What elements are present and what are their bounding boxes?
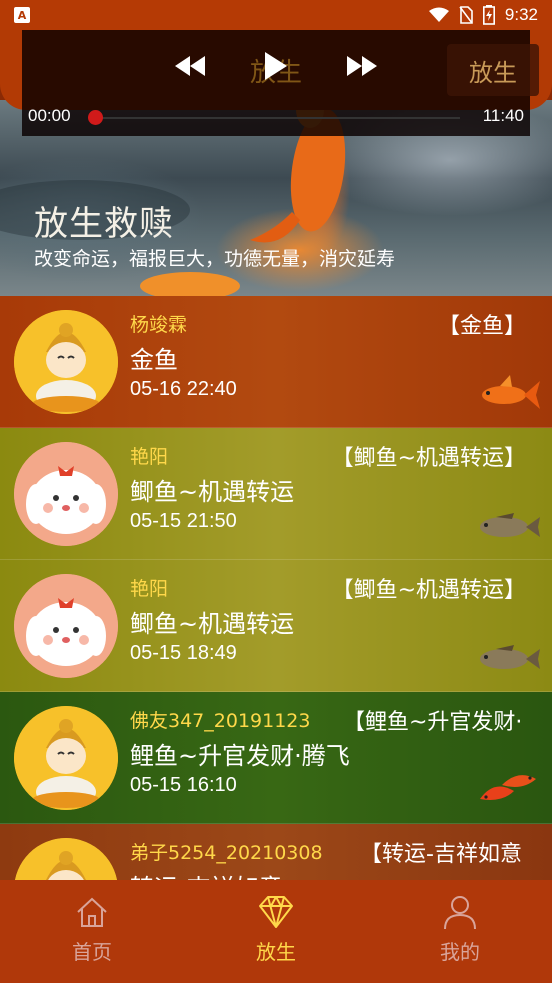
nav-release[interactable]: 放生 [184,880,368,983]
nav-home[interactable]: 首页 [0,880,184,983]
progress-bar[interactable] [94,117,460,119]
carp-fish-icon [480,775,536,800]
bottom-navigation: 首页 放生 我的 [0,880,552,983]
total-time: 11:40 [482,106,524,125]
user-name: 艳阳 [130,446,169,468]
fish-name: 鲫鱼~机遇转运 [130,610,295,638]
user-name: 弟子5254_20210308 [130,842,323,864]
no-sim-icon [459,6,473,24]
list-item[interactable]: 杨竣霖 【金鱼】 金鱼 05-16 22:40 [0,296,552,428]
fast-forward-icon [347,56,377,76]
current-time: 00:00 [28,106,71,125]
avatar [14,838,118,880]
app-notification-icon: A [14,7,30,23]
fish-name: 鲤鱼~升官发财·腾飞 [130,742,350,770]
user-name: 艳阳 [130,578,169,600]
user-name: 杨竣霖 [130,314,188,336]
nav-home-label: 首页 [72,940,112,964]
crucian-fish-icon [480,513,540,537]
user-name: 佛友347_20191123 [130,710,311,732]
list-item[interactable]: 佛友347_20191123 【鲤鱼~升官发财· 鲤鱼~升官发财·腾飞 05-1… [0,692,552,824]
battery-icon [482,5,495,25]
list-item[interactable]: 弟子5254_20210308 【转运-吉祥如意 转运-吉祥如意 [0,824,552,880]
status-time: 9:32 [504,5,538,24]
list-item[interactable]: 艳阳 【鲫鱼~机遇转运】 鲫鱼~机遇转运 05-15 18:49 [0,560,552,692]
banner-title: 放生救赎 [34,204,174,244]
goldfish-icon [482,375,540,409]
status-bar: A 9:32 [0,0,552,30]
release-time: 05-16 22:40 [130,378,237,400]
fish-tag: 【金鱼】 [437,314,526,339]
fish-tag: 【鲫鱼~机遇转运】 [331,446,526,471]
diamond-icon [259,896,293,928]
fish-tag: 【转运-吉祥如意 [360,842,522,867]
crucian-fish-icon [480,645,540,669]
release-time: 05-15 16:10 [130,774,237,796]
wifi-icon [428,7,449,22]
fish-name: 鲫鱼~机遇转运 [130,478,295,506]
fish-tag: 【鲤鱼~升官发财· [343,710,523,735]
fish-name: 转运-吉祥如意 [130,868,283,880]
avatar [14,706,118,810]
fast-forward-button[interactable] [342,50,382,82]
release-time: 05-15 18:49 [130,642,237,664]
nav-mine-label: 我的 [440,940,480,964]
banner-subtitle: 改变命运，福报巨大，功德无量，消灾延寿 [34,248,396,270]
rewind-button[interactable] [170,50,210,82]
avatar [14,310,118,414]
release-time: 05-15 21:50 [130,510,237,532]
user-icon [444,896,476,930]
fish-name: 金鱼 [130,346,178,374]
rewind-icon [175,56,205,76]
release-button[interactable]: 放生 [447,44,539,96]
nav-mine[interactable]: 我的 [368,880,552,983]
list-item[interactable]: 艳阳 【鲫鱼~机遇转运】 鲫鱼~机遇转运 05-15 21:50 [0,428,552,560]
avatar [14,574,118,678]
play-button[interactable] [256,50,296,82]
fish-tag: 【鲫鱼~机遇转运】 [331,578,526,603]
progress-thumb[interactable] [88,110,103,125]
nav-release-label: 放生 [256,940,296,964]
home-icon [77,897,107,927]
avatar [14,442,118,546]
release-record-list: 杨竣霖 【金鱼】 金鱼 05-16 22:40 艳阳 【鲫鱼~机遇转运】 鲫鱼~… [0,296,552,880]
play-icon [265,52,287,80]
audio-player: 放生 放生 00:00 11:40 [22,30,539,136]
